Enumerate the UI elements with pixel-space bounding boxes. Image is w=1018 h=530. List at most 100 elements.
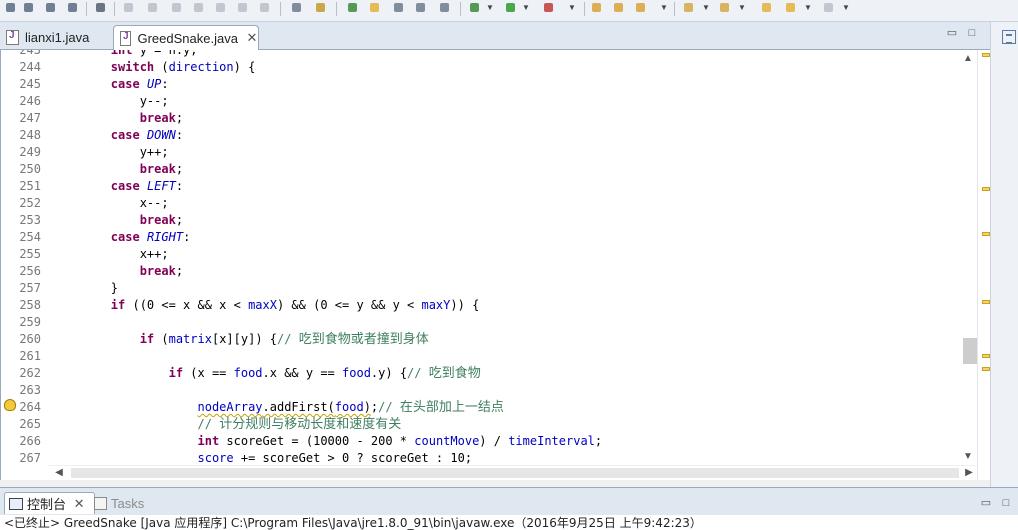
line-number: 257 (19, 281, 41, 295)
save-all-icon[interactable] (20, 0, 38, 16)
vertical-scrollbar[interactable] (959, 50, 977, 465)
code-line: break; (139, 264, 184, 278)
back-history-icon[interactable] (782, 0, 800, 16)
close-icon[interactable]: ✕ (72, 496, 86, 511)
line-number: 253 (19, 213, 41, 227)
horizontal-scroll-thumb[interactable] (71, 468, 959, 478)
next-annotation-icon[interactable] (436, 0, 454, 16)
code-line: int scoreGet = (10000 - 200 * countMove)… (197, 434, 603, 448)
code-line: x++; (53, 247, 169, 261)
warning-marker[interactable] (982, 367, 990, 371)
code-line: if (matrix[x][y]) {// 吃到食物或者撞到身体 (139, 332, 429, 347)
code-text-area[interactable]: int y = n.y; switch (direction) { case U… (53, 50, 958, 465)
right-trim-stack (990, 22, 1018, 487)
java-file-icon (120, 30, 132, 46)
line-number: 254 (19, 230, 41, 244)
debug-icon[interactable] (466, 0, 484, 16)
run-icon[interactable] (502, 0, 520, 16)
code-line: switch (direction) { (110, 60, 256, 74)
tasks-icon (94, 496, 107, 510)
warning-marker[interactable] (982, 354, 990, 358)
line-number: 262 (19, 366, 41, 380)
vertical-scroll-thumb[interactable] (963, 338, 977, 364)
close-icon[interactable]: ✕ (246, 31, 258, 45)
tab-tasks[interactable]: Tasks (94, 492, 144, 514)
minimize-icon[interactable]: ▭ (944, 26, 960, 40)
toolbar-separator (280, 2, 281, 16)
minimize-icon[interactable]: ▭ (978, 496, 994, 510)
back-icon[interactable] (758, 0, 776, 16)
line-number: 244 (19, 60, 41, 74)
tab-console[interactable]: 控制台 ✕ (4, 492, 96, 514)
run-dropdown-icon[interactable]: ▼ (522, 2, 530, 14)
scroll-right-icon[interactable]: ▶ (961, 466, 977, 480)
code-line: case RIGHT: (110, 230, 191, 244)
tab-lianxi1[interactable]: lianxi1.java (0, 25, 108, 50)
external-tools-dropdown-icon[interactable]: ▼ (568, 2, 576, 14)
block-selection-icon[interactable] (390, 0, 408, 16)
debug-dropdown-icon[interactable]: ▼ (486, 2, 494, 14)
new-package-icon[interactable] (610, 0, 628, 16)
line-number: 260 (19, 332, 41, 346)
use-step-filters-icon[interactable] (312, 0, 330, 16)
warning-marker[interactable] (982, 53, 990, 57)
show-whitespace-icon[interactable] (412, 0, 430, 16)
terminate-icon[interactable] (168, 0, 186, 16)
java-file-icon (6, 30, 19, 45)
toolbar-separator (460, 2, 461, 16)
line-number: 247 (19, 111, 41, 125)
toolbar-separator (584, 2, 585, 16)
bottom-panel-tabs: 控制台 ✕ Tasks ▭ □ (0, 487, 1018, 515)
code-line: y--; (53, 94, 169, 108)
back-dropdown-icon[interactable]: ▼ (804, 2, 812, 14)
search-file-icon[interactable] (716, 0, 734, 16)
search-dropdown-icon[interactable]: ▼ (738, 2, 746, 14)
disconnect-icon[interactable] (190, 0, 208, 16)
line-number: 250 (19, 162, 41, 176)
line-number: 243 (19, 50, 41, 57)
line-number: 251 (19, 179, 41, 193)
new-dropdown-icon[interactable]: ▼ (660, 2, 668, 14)
warning-marker[interactable] (982, 187, 990, 191)
line-number: 261 (19, 349, 41, 363)
drop-to-frame-icon[interactable] (288, 0, 306, 16)
resume-icon[interactable] (120, 0, 138, 16)
warning-marker[interactable] (982, 300, 990, 304)
warning-marker[interactable] (982, 232, 990, 236)
save-icon[interactable] (2, 0, 20, 16)
external-tools-icon[interactable] (540, 0, 558, 16)
scroll-up-icon[interactable]: ▲ (960, 52, 976, 66)
step-over-icon[interactable] (234, 0, 252, 16)
toggle-breadcrumb-icon[interactable] (344, 0, 362, 16)
properties-icon[interactable] (64, 0, 82, 16)
line-number: 246 (19, 94, 41, 108)
code-line: break; (139, 213, 184, 227)
code-editor[interactable]: 243 244 245 246 247 248 249 250 251 252 … (0, 50, 990, 480)
outline-icon[interactable] (1002, 30, 1016, 44)
mark-occurrences-icon[interactable] (366, 0, 384, 16)
suspend-icon[interactable] (144, 0, 162, 16)
toolbar-separator (86, 2, 87, 16)
new-java-project-icon[interactable] (588, 0, 606, 16)
search-icon[interactable] (92, 0, 110, 16)
open-type-icon[interactable] (680, 0, 698, 16)
scroll-left-icon[interactable]: ◀ (51, 466, 67, 480)
maximize-icon[interactable]: □ (964, 26, 980, 40)
line-number-ruler: 243 244 245 246 247 248 249 250 251 252 … (1, 50, 49, 465)
quick-fix-lightbulb-icon[interactable] (4, 399, 16, 411)
new-class-icon[interactable] (632, 0, 650, 16)
forward-dropdown-icon[interactable]: ▼ (842, 2, 850, 14)
tab-label: Tasks (111, 495, 145, 511)
scroll-down-icon[interactable]: ▼ (960, 450, 976, 464)
print-icon[interactable] (42, 0, 60, 16)
step-return-icon[interactable] (256, 0, 274, 16)
step-into-icon[interactable] (212, 0, 230, 16)
overview-ruler[interactable] (977, 50, 990, 480)
forward-icon[interactable] (820, 0, 838, 16)
tab-label: 控制台 (27, 497, 67, 512)
tab-greedsnake[interactable]: GreedSnake.java ✕ (113, 25, 259, 50)
maximize-icon[interactable]: □ (998, 496, 1014, 510)
open-type-dropdown-icon[interactable]: ▼ (702, 2, 710, 14)
code-line: // 计分规则与移动长度和速度有关 (197, 417, 402, 432)
